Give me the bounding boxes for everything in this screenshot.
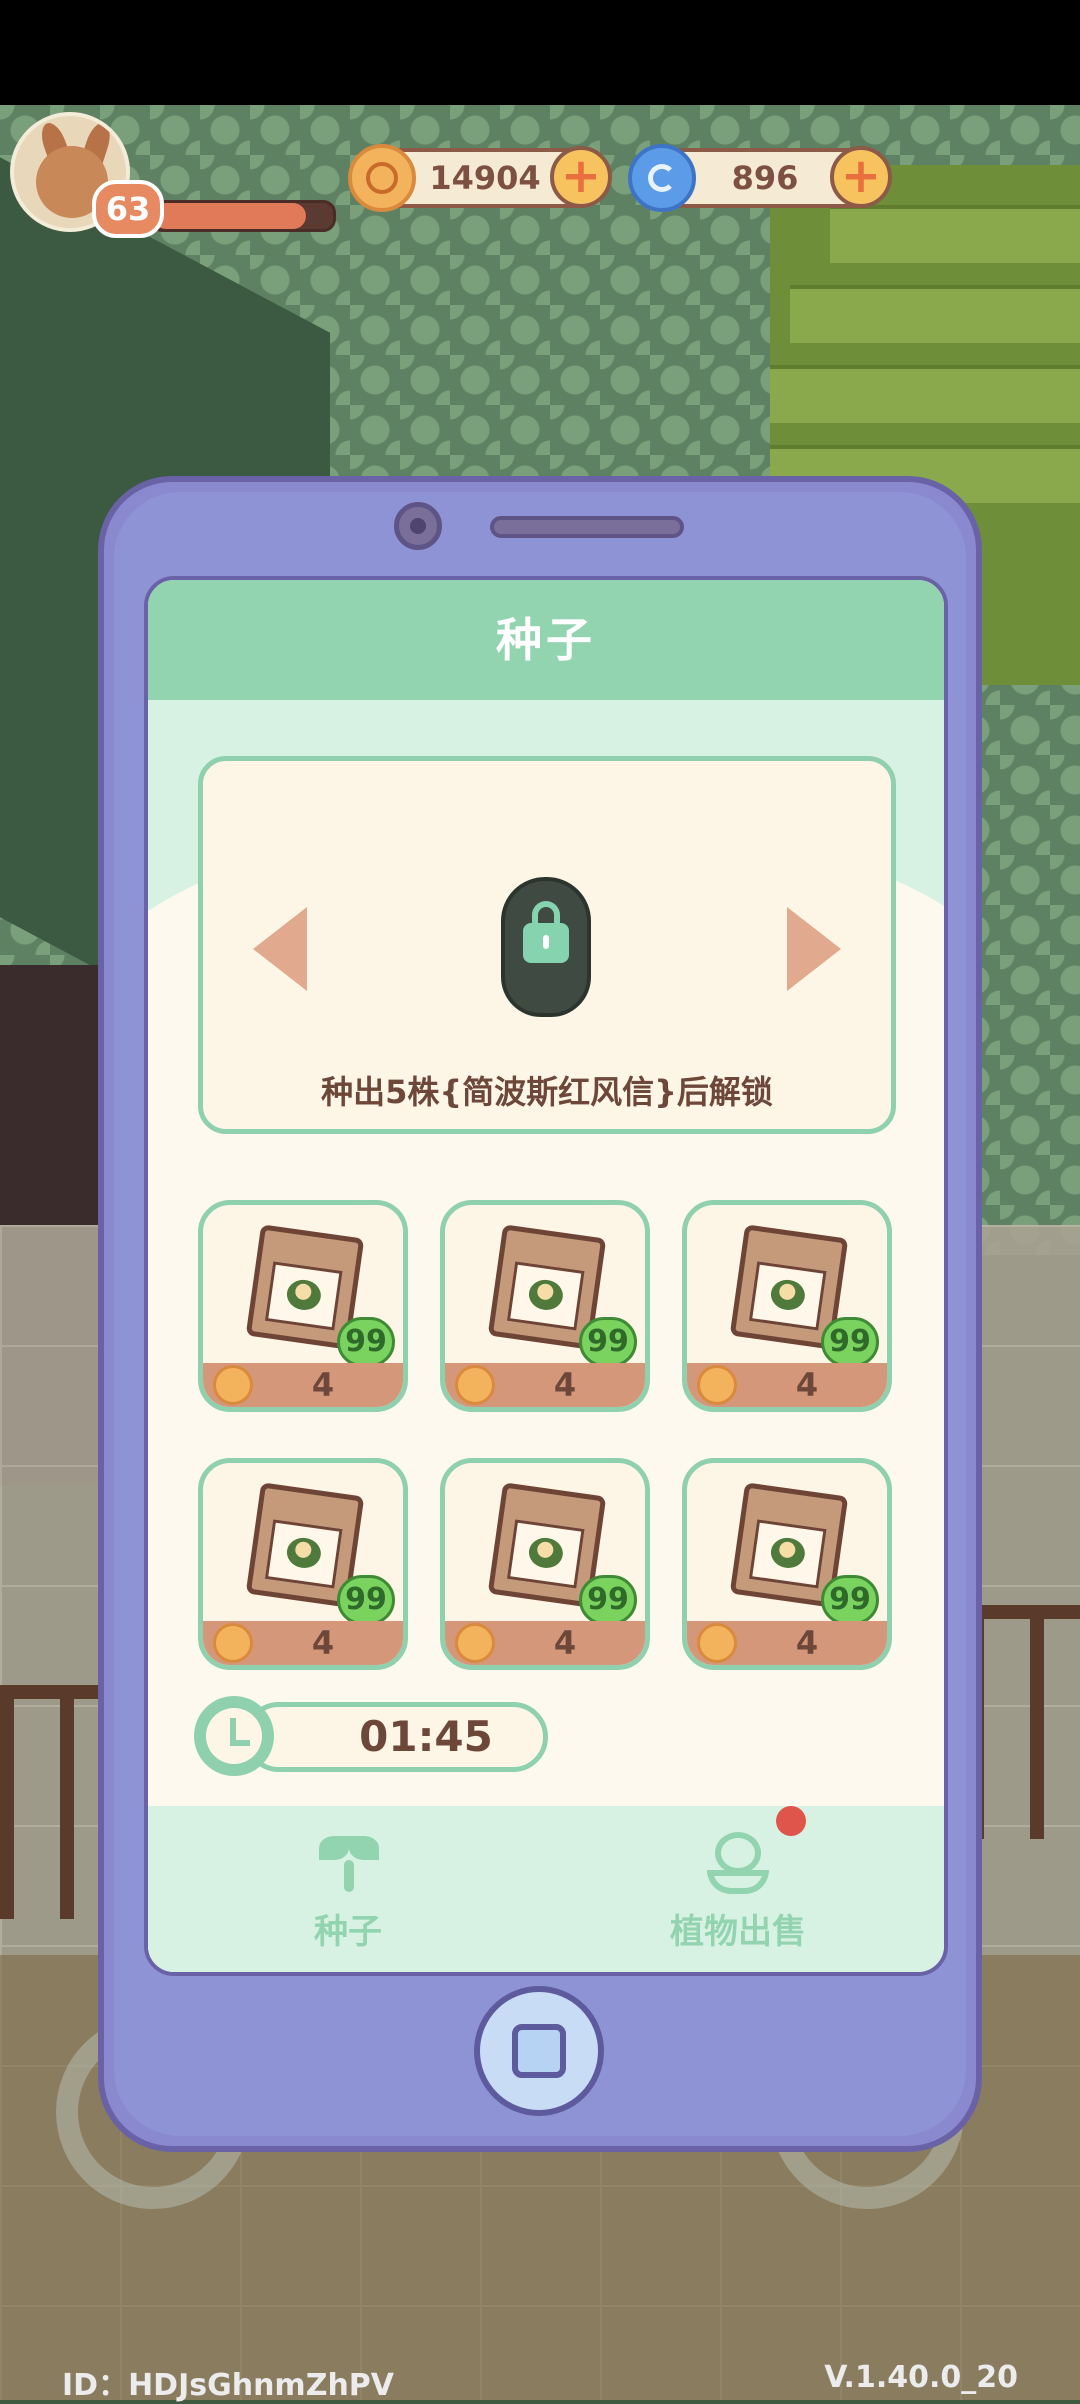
home-button[interactable]	[474, 1986, 604, 2116]
seed-price: 4	[553, 1366, 577, 1404]
seed-stock-badge: 99	[337, 1317, 395, 1367]
seed-price: 4	[311, 1624, 335, 1662]
seed-item[interactable]: 99 4	[198, 1200, 408, 1412]
seed-item[interactable]: 99 4	[682, 1458, 892, 1670]
price-bar: 4	[687, 1621, 887, 1665]
flower-icon	[526, 1535, 565, 1571]
sprout-stem	[344, 1860, 354, 1892]
next-arrow-button[interactable]	[787, 907, 841, 991]
flower-icon	[768, 1535, 807, 1571]
add-coins-button[interactable]: +	[550, 146, 612, 208]
coin-amount: 14904	[429, 159, 541, 197]
swirl-gem-icon	[628, 144, 696, 212]
phone-screen: 种子 种出5株{简波斯红风信}后解锁 99 4 99 4 99 4 99 4 9…	[144, 576, 948, 1976]
timer-pill: 01:45	[244, 1702, 548, 1772]
price-bar: 4	[203, 1621, 403, 1665]
seed-stock-badge: 99	[579, 1575, 637, 1625]
bottom-nav: 种子 植物出售	[148, 1806, 944, 1972]
system-status-bar	[0, 0, 1080, 105]
price-bar: 4	[687, 1363, 887, 1407]
tab-plant-sales-label: 植物出售	[670, 1912, 806, 1952]
stair-step	[790, 285, 1080, 343]
price-bar: 4	[203, 1363, 403, 1407]
page-title: 种子	[148, 580, 944, 700]
gem-amount: 896	[731, 159, 799, 197]
seed-price: 4	[795, 1624, 819, 1662]
seed-item[interactable]: 99 4	[440, 1458, 650, 1670]
flower-icon	[284, 1535, 323, 1571]
seed-stock-badge: 99	[821, 1317, 879, 1367]
lock-icon	[523, 901, 569, 963]
stair-step	[770, 365, 1080, 423]
featured-seed-card: 种出5株{简波斯红风信}后解锁	[198, 756, 896, 1134]
clock-icon	[194, 1696, 274, 1776]
seed-shop-phone-panel: 种子 种出5株{简波斯红风信}后解锁 99 4 99 4 99 4 99 4 9…	[98, 476, 982, 2152]
sprout-icon	[313, 1826, 383, 1896]
seed-stock-badge: 99	[579, 1317, 637, 1367]
gem-counter: 896 +	[628, 144, 892, 212]
unlock-requirement-text: 种出5株{简波斯红风信}后解锁	[321, 1073, 773, 1111]
seed-price: 4	[553, 1624, 577, 1662]
refresh-timer: 01:45	[194, 1696, 550, 1776]
tab-plant-sales[interactable]: 植物出售	[618, 1806, 858, 1972]
seed-price: 4	[311, 1366, 335, 1404]
tab-seeds[interactable]: 种子	[238, 1806, 458, 1972]
seed-item[interactable]: 99 4	[440, 1200, 650, 1412]
timer-text: 01:45	[359, 1712, 493, 1761]
flower-icon	[768, 1277, 807, 1313]
seed-stock-badge: 99	[337, 1575, 395, 1625]
seed-item[interactable]: 99 4	[198, 1458, 408, 1670]
coin-counter: 14904 +	[348, 144, 612, 212]
railing	[0, 1685, 110, 1919]
version-label: V.1.40.0_20	[824, 2360, 1018, 2395]
flower-icon	[284, 1277, 323, 1313]
seed-stock-badge: 99	[821, 1575, 879, 1625]
player-id: ID：HDJsGhnmZhPV	[62, 2368, 395, 2403]
previous-arrow-button[interactable]	[253, 907, 307, 991]
coin-icon	[348, 144, 416, 212]
tab-seeds-label: 种子	[314, 1912, 382, 1952]
level-badge: 63	[92, 180, 164, 238]
add-gems-button[interactable]: +	[830, 146, 892, 208]
notification-dot	[776, 1806, 806, 1836]
camera-icon	[394, 502, 442, 550]
price-bar: 4	[445, 1363, 645, 1407]
stair-step	[830, 205, 1080, 263]
experience-bar-fill	[153, 203, 306, 229]
flower-icon	[526, 1277, 565, 1313]
experience-bar	[150, 200, 336, 232]
railing	[970, 1605, 1080, 1839]
seed-price: 4	[795, 1366, 819, 1404]
speaker-slot	[490, 516, 684, 538]
price-bar: 4	[445, 1621, 645, 1665]
locked-seed-icon	[501, 877, 591, 1017]
bouquet-icon	[703, 1824, 773, 1894]
seed-item[interactable]: 99 4	[682, 1200, 892, 1412]
